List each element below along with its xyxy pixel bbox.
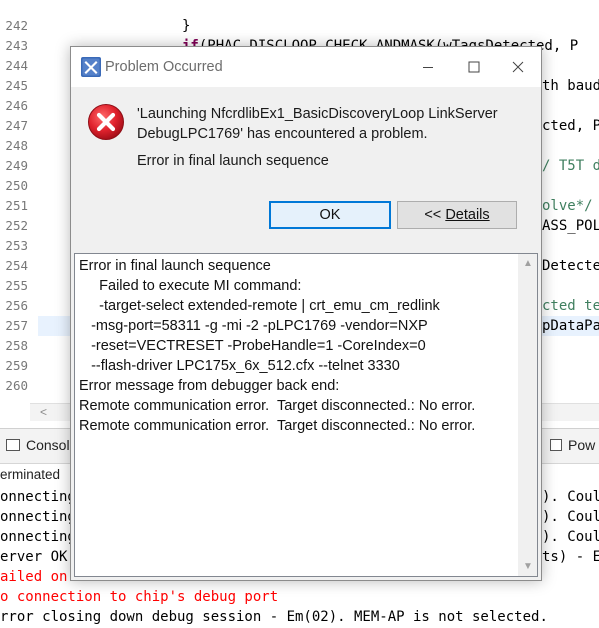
code-line: cted, P (542, 116, 599, 136)
line-number: 246 (5, 98, 28, 113)
console-line-suffix: ). Coul (542, 529, 599, 545)
code-line: / T5T d (542, 156, 599, 176)
line-number: 254 (5, 258, 28, 273)
details-prefix: << (424, 207, 446, 223)
code-text: pDataPa (542, 318, 599, 334)
minimize-icon (423, 67, 433, 68)
console-line: onnecting (0, 529, 76, 545)
line-number: 257 (5, 318, 28, 333)
close-icon (512, 61, 524, 73)
code-text: th baud (542, 78, 599, 94)
details-button[interactable]: << Details (397, 201, 517, 229)
line-number: 245 (5, 78, 28, 93)
line-number: 251 (5, 198, 28, 213)
code-line: pDataPa (542, 316, 599, 336)
code-text: cted, P (542, 118, 599, 134)
details-button-label: Details (445, 207, 490, 223)
line-number: 256 (5, 298, 28, 313)
details-text: Error in final launch sequence Failed to… (79, 258, 476, 434)
code-comment: olve*/ (542, 198, 593, 214)
line-number: 243 (5, 38, 28, 53)
maximize-button[interactable] (451, 47, 497, 87)
line-number: 249 (5, 158, 28, 173)
console-line: erver OK (0, 549, 68, 565)
code-line: th baud (542, 76, 599, 96)
error-reason: Error in final launch sequence (137, 153, 329, 169)
code-comment: cted te (542, 298, 599, 314)
line-number: 260 (5, 378, 28, 393)
code-text: ASS_POL (542, 218, 599, 234)
code-line: } (182, 16, 190, 36)
code-text: } (182, 18, 191, 34)
dialog-title: Problem Occurred (105, 59, 223, 75)
console-line-suffix: ). Coul (542, 509, 599, 525)
error-icon (88, 104, 124, 140)
error-message: 'Launching NfcrdlibEx1_BasicDiscoveryLoo… (137, 106, 498, 142)
code-line: cted te (542, 296, 599, 316)
console-status-text: erminated (0, 467, 61, 482)
line-number: 253 (5, 238, 28, 253)
tab-power[interactable]: Pow (550, 437, 595, 453)
line-number: 250 (5, 178, 28, 193)
line-number: 248 (5, 138, 28, 153)
code-line: Detecte (542, 256, 599, 276)
line-number: 247 (5, 118, 28, 133)
line-number: 258 (5, 338, 28, 353)
line-number: 259 (5, 358, 28, 373)
line-number: 255 (5, 278, 28, 293)
power-tab-label: Pow (568, 437, 596, 453)
dialog-titlebar[interactable]: Problem Occurred (71, 47, 541, 87)
line-number: 252 (5, 218, 28, 233)
console-line-suffix: ts) - E (542, 549, 599, 565)
eclipse-x-app-icon (81, 57, 101, 77)
power-view-icon (550, 439, 562, 451)
details-vertical-scrollbar[interactable]: ▲ ▼ (518, 254, 537, 576)
scroll-down-arrow-icon[interactable]: ▼ (523, 561, 533, 572)
console-line-suffix: ). Coul (542, 489, 599, 505)
console-line: ailed on (0, 569, 68, 585)
console-line: onnecting (0, 489, 76, 505)
close-button[interactable] (495, 47, 541, 87)
problem-occurred-dialog: Problem Occurred 'Launching NfcrdlibEx1_… (70, 46, 542, 581)
line-number: 244 (5, 58, 28, 73)
minimize-button[interactable] (405, 47, 451, 87)
code-line: ASS_POL (542, 216, 599, 236)
dialog-body: 'Launching NfcrdlibEx1_BasicDiscoveryLoo… (71, 87, 541, 580)
code-line: olve*/ (542, 196, 593, 216)
code-text: Detecte (542, 258, 599, 274)
console-icon (6, 439, 20, 451)
line-number: 242 (5, 18, 28, 33)
scroll-up-arrow-icon[interactable]: ▲ (523, 258, 533, 269)
console-line: o connection to chip's debug port (0, 589, 279, 605)
maximize-icon (468, 61, 480, 73)
details-textarea[interactable]: Error in final launch sequence Failed to… (74, 253, 538, 577)
console-line: rror closing down debug session - Em(02)… (0, 609, 548, 625)
console-line: onnecting (0, 509, 76, 525)
code-comment: / T5T d (542, 158, 599, 174)
scroll-left-arrow-icon[interactable]: < (40, 405, 47, 419)
ok-button[interactable]: OK (269, 201, 391, 229)
